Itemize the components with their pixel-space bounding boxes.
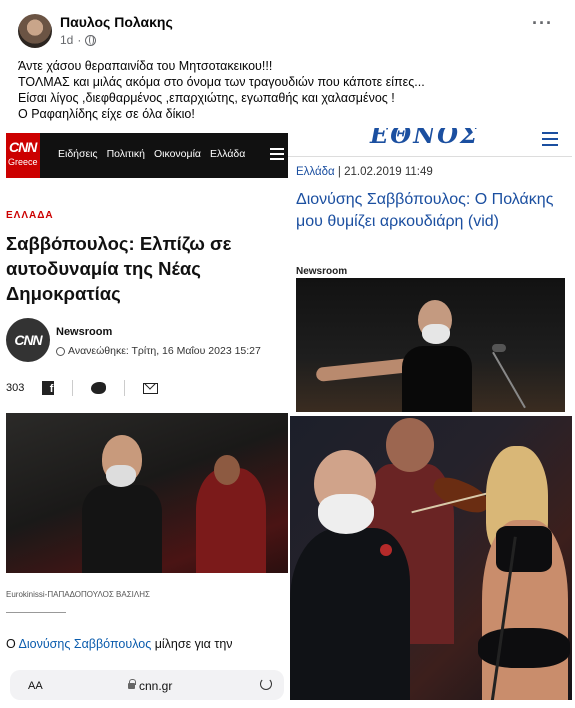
cnn-article-body: Ο Διονύσης Σαββόπουλος μίλησε για την bbox=[6, 637, 233, 651]
reload-icon bbox=[260, 678, 272, 690]
cnn-article-photo bbox=[6, 413, 288, 573]
hamburger-menu-icon bbox=[542, 132, 558, 146]
mail-icon bbox=[143, 382, 159, 394]
author-avatar[interactable] bbox=[18, 14, 52, 48]
hamburger-menu-icon bbox=[270, 148, 284, 160]
text-size-button: AA bbox=[28, 680, 43, 692]
lock-icon bbox=[128, 679, 136, 689]
post-time[interactable]: 1d bbox=[60, 33, 73, 47]
cnn-nav-item: Οικονομία bbox=[153, 148, 201, 160]
cnn-share-row: 303 f bbox=[6, 378, 159, 398]
facebook-icon: f bbox=[42, 381, 55, 395]
clock-icon bbox=[56, 346, 65, 356]
ethnos-category: Ελλάδα bbox=[296, 166, 335, 178]
post-header: Παυλος Πολακης 1d · ··· bbox=[0, 0, 575, 52]
divider bbox=[288, 156, 572, 157]
browser-url: cnn.gr bbox=[128, 679, 172, 693]
cnn-updated: Ανανεώθηκε: Τρίτη, 16 Μαΐου 2023 15:27 bbox=[56, 345, 261, 357]
divider bbox=[6, 612, 66, 613]
ethnos-meta: Ελλάδα | 21.02.2019 11:49 bbox=[296, 166, 433, 178]
ethnos-logo: ΕΘΝΟΣ bbox=[370, 128, 480, 149]
ethnos-article-photo bbox=[296, 278, 565, 412]
cnn-photo-caption: Eurokinissi-ΠΑΠΑΔΟΠΟΥΛΟΣ ΒΑΣΙΛΗΣ bbox=[6, 590, 150, 599]
post-text: Άντε χάσου θεραπαινίδα του Μητσοτακεικου… bbox=[18, 58, 558, 122]
post-line: Είσαι λίγος ,διεφθαρμένος ,επαρχιώτης, ε… bbox=[18, 91, 395, 105]
cnn-nav-item: Ειδήσεις bbox=[58, 148, 98, 160]
cnn-logo: CNN Greece bbox=[6, 133, 40, 178]
concert-photo[interactable] bbox=[290, 416, 572, 700]
cnn-section-label: ΕΛΛΑΔΑ bbox=[6, 210, 54, 221]
cnn-author-logo: CNN bbox=[6, 318, 50, 362]
post-line: Άντε χάσου θεραπαινίδα του Μητσοτακεικου… bbox=[18, 59, 273, 73]
post-line: ΤΟΛΜΑΣ και μιλάς ακόμα στο όνομα των τρα… bbox=[18, 75, 425, 89]
cnn-nav-item: Πολιτική bbox=[106, 148, 145, 160]
cnn-article-screenshot[interactable]: CNN Greece Ειδήσεις Πολιτική Οικονομία Ε… bbox=[6, 128, 288, 700]
share-count: 303 bbox=[6, 382, 25, 394]
ethnos-article-screenshot[interactable]: ΕΘΝΟΣ Ελλάδα | 21.02.2019 11:49 Διονύσης… bbox=[288, 128, 572, 414]
post-line: Ο Ραφαηλίδης είχε σε όλα δίκιο! bbox=[18, 107, 195, 121]
more-options-icon[interactable]: ··· bbox=[532, 14, 553, 32]
cnn-body-link: Διονύσης Σαββόπουλος bbox=[18, 637, 152, 651]
cnn-navbar: CNN Greece Ειδήσεις Πολιτική Οικονομία Ε… bbox=[6, 133, 288, 178]
browser-address-bar: AA cnn.gr bbox=[10, 670, 284, 700]
author-name[interactable]: Παυλος Πολακης bbox=[60, 14, 173, 30]
photo-collage[interactable]: CNN Greece Ειδήσεις Πολιτική Οικονομία Ε… bbox=[6, 128, 572, 700]
globe-icon bbox=[85, 34, 97, 46]
ethnos-article-title: Διονύσης Σαββόπουλος: Ο Πολάκης μου θυμί… bbox=[296, 191, 554, 230]
post-meta: 1d · bbox=[60, 33, 97, 47]
cnn-author-name: Newsroom bbox=[56, 326, 113, 338]
cnn-nav-item: Ελλάδα bbox=[209, 148, 246, 160]
twitter-icon bbox=[91, 382, 107, 394]
ethnos-author: Newsroom bbox=[296, 266, 348, 277]
cnn-article-title: Σαββόπουλος: Ελπίζω σε αυτοδυναμία της Ν… bbox=[6, 233, 232, 304]
ethnos-date: | 21.02.2019 11:49 bbox=[334, 166, 433, 178]
cnn-nav-items: Ειδήσεις Πολιτική Οικονομία Ελλάδα bbox=[58, 148, 245, 160]
